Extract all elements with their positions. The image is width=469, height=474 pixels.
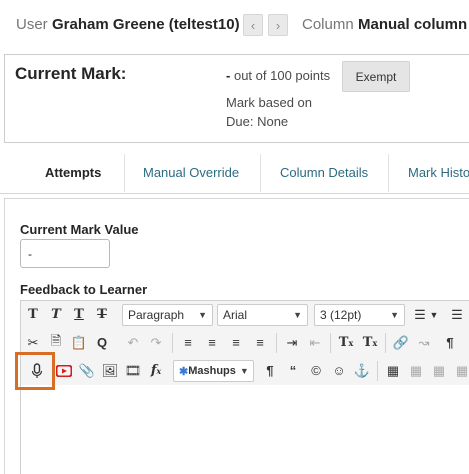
chevron-right-icon: › [275, 17, 281, 33]
feedback-label: Feedback to Learner [20, 282, 148, 297]
table-cell-icon[interactable]: ▦ [451, 359, 469, 382]
align-left-icon[interactable]: ≡ [177, 331, 199, 354]
cut-icon[interactable]: ✂ [22, 331, 44, 354]
mashups-select[interactable]: ✱ Mashups ▼ [173, 360, 254, 382]
toolbar-divider [172, 333, 173, 353]
paste-icon[interactable]: 📋 [68, 331, 90, 354]
mark-out-of: out of 100 points [233, 68, 331, 83]
table-icon[interactable]: ▦ [382, 359, 404, 382]
chevron-down-icon: ▼ [198, 310, 207, 320]
tab-manual-override[interactable]: Manual Override [143, 152, 239, 193]
chevron-down-icon: ▼ [390, 310, 399, 320]
bold-icon[interactable]: T [22, 303, 44, 326]
table-row-icon[interactable]: ▦ [405, 359, 427, 382]
paragraph-select-value: Paragraph [128, 308, 185, 322]
strikethrough-icon[interactable]: T [91, 303, 113, 326]
clear-format-icon[interactable]: Tx [359, 331, 381, 354]
numbered-list-icon[interactable]: ☰ [446, 303, 468, 326]
tab-attempts[interactable]: Attempts [45, 152, 101, 193]
font-size-select[interactable]: 3 (12pt) ▼ [314, 304, 405, 326]
microphone-highlight-box [15, 352, 55, 390]
copyright-icon[interactable]: © [305, 359, 327, 382]
outdent-icon[interactable]: ⇤ [304, 331, 326, 354]
youtube-icon[interactable] [53, 359, 75, 382]
toolbar-divider [377, 361, 378, 381]
video-icon[interactable]: 🎞 [122, 359, 144, 382]
undo-icon[interactable]: ↶ [122, 331, 144, 354]
toolbar-divider [385, 333, 386, 353]
column-label: Column [302, 16, 354, 33]
mark-value: - [226, 68, 231, 83]
tab-divider [388, 154, 389, 192]
font-select-value: Arial [223, 308, 248, 322]
emoticon-icon[interactable]: ☺ [328, 359, 350, 382]
find-icon[interactable]: Q [91, 331, 113, 354]
justify-icon[interactable]: ≡ [249, 331, 271, 354]
youtube-icon-graphic [56, 364, 72, 377]
chevron-down-icon[interactable]: ▼ [428, 303, 440, 326]
tab-bar: Attempts Manual Override Column Details … [0, 152, 469, 194]
align-center-icon[interactable]: ≡ [201, 331, 223, 354]
copy-icon[interactable]: 🗎 [45, 331, 67, 354]
chevron-down-icon: ▼ [293, 310, 302, 320]
mark-based-on: Mark based on [226, 95, 312, 110]
current-mark-panel: Current Mark: - out of 100 points Exempt… [4, 54, 469, 143]
tab-column-details[interactable]: Column Details [280, 152, 368, 193]
previous-user-button[interactable]: ‹ [243, 14, 263, 36]
current-mark-title: Current Mark: [15, 64, 127, 83]
attachment-icon[interactable]: 📎 [76, 359, 98, 382]
size-select-value: 3 (12pt) [320, 308, 362, 322]
paragraph-format-select[interactable]: Paragraph ▼ [122, 304, 213, 326]
current-mark-value-input[interactable] [20, 239, 110, 268]
quote-icon[interactable]: “ [282, 359, 304, 382]
mashups-label: Mashups [188, 365, 236, 377]
redo-icon[interactable]: ↷ [145, 331, 167, 354]
align-right-icon[interactable]: ≡ [225, 331, 247, 354]
table-column-icon[interactable]: ▦ [428, 359, 450, 382]
column-name: Manual column [358, 16, 468, 33]
image-icon[interactable]: 🖼 [99, 359, 121, 382]
mashups-icon: ✱ [179, 365, 189, 378]
exempt-button[interactable]: Exempt [342, 61, 410, 92]
unlink-icon[interactable]: ↝ [413, 331, 435, 354]
tab-divider [124, 154, 125, 192]
current-mark-value-label: Current Mark Value [20, 222, 139, 237]
chevron-down-icon: ▼ [239, 366, 249, 376]
pilcrow-icon[interactable]: ¶ [259, 359, 281, 382]
editor-toolbar-row-1: T T T T Paragraph ▼ Arial ▼ 3 (12pt) ▼ ☰ ▼ … [21, 301, 469, 329]
font-family-select[interactable]: Arial ▼ [217, 304, 308, 326]
anchor-icon[interactable]: ⚓ [351, 359, 373, 382]
next-user-button[interactable]: › [268, 14, 288, 36]
feedback-text-area[interactable] [20, 390, 469, 474]
user-label: User [16, 16, 48, 33]
link-icon[interactable]: 🔗 [390, 331, 412, 354]
user-name: Graham Greene (teltest10) [52, 16, 240, 33]
superscript-icon[interactable]: Tx [335, 331, 357, 354]
underline-icon[interactable]: T [68, 303, 90, 326]
formula-icon[interactable]: fx [145, 359, 167, 382]
toolbar-divider [330, 333, 331, 353]
toolbar-divider [276, 333, 277, 353]
due-date: Due: None [226, 114, 289, 129]
paragraph-mark-icon[interactable]: ¶ [439, 331, 461, 354]
tab-mark-history[interactable]: Mark History [408, 152, 469, 193]
header-bar: User Graham Greene (teltest10) ‹ › Colum… [0, 0, 469, 50]
editor-toolbar-row-3: 📎 🖼 🎞 fx ✱ Mashups ▼ ¶ “ © ☺ ⚓ ▦ ▦ ▦ ▦ [21, 357, 469, 385]
chevron-left-icon: ‹ [250, 17, 256, 33]
italic-icon[interactable]: T [45, 303, 67, 326]
current-mark-score: - out of 100 points [226, 68, 330, 83]
tab-divider [260, 154, 261, 192]
indent-icon[interactable]: ⇥ [281, 331, 303, 354]
editor-toolbar-row-2: ✂ 🗎 📋 Q ↶ ↷ ≡ ≡ ≡ ≡ ⇥ ⇤ Tx Tx 🔗 ↝ ¶ [21, 329, 469, 357]
